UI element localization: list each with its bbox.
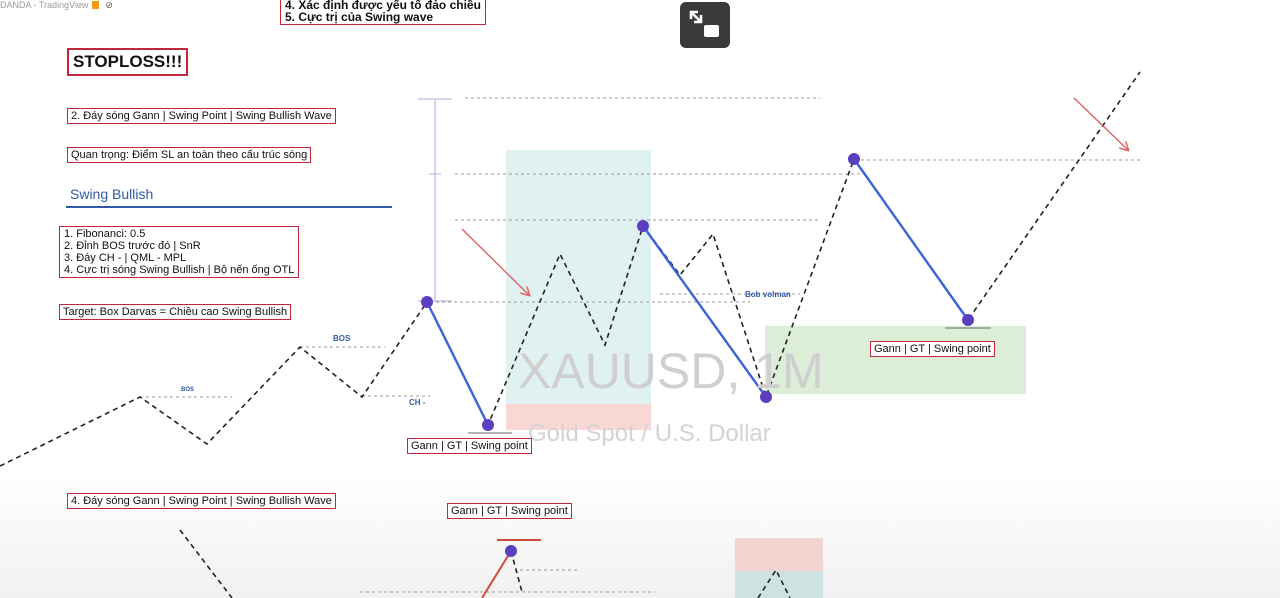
symbol-watermark: XAUUSD, 1M <box>518 343 824 399</box>
red-arrow-right <box>1073 97 1128 150</box>
checklist-item: 4. Cực trị sóng Swing Bullish | Bộ nến ố… <box>64 264 295 276</box>
quan-trong-label: Quan trọng: Điểm SL an toàn theo cấu trú… <box>67 147 312 163</box>
checklist-box: 1. Fibonanci: 0.5 2. Đỉnh BOS trước đó |… <box>59 226 300 278</box>
bos-label: BOS <box>333 334 351 343</box>
swing-point <box>848 153 860 165</box>
bottom-box-pink <box>735 538 823 571</box>
checklist-item: 1. Fibonanci: 0.5 <box>64 228 146 240</box>
ch-label: CH - <box>409 398 426 407</box>
top-note-box: 4. Xác định được yếu tố đảo chiều 5. Cực… <box>280 0 486 25</box>
top-note-line: 5. Cực trị của Swing wave <box>285 10 434 24</box>
gann-swing-label-2: 2. Đáy sóng Gann | Swing Point | Swing B… <box>67 108 336 124</box>
exit-fullscreen-button[interactable] <box>680 2 730 48</box>
bos-small-label: BOS <box>181 387 195 393</box>
target-label: Target: Box Darvas = Chiều cao Swing Bul… <box>59 304 292 320</box>
swing-bullish-underline <box>66 206 392 208</box>
bob-volman-label: Bob volman <box>745 290 791 299</box>
fib-measure <box>418 98 452 302</box>
swing-point <box>637 220 649 232</box>
swing-point <box>505 545 517 557</box>
gann-swing-label-4: 4. Đáy sóng Gann | Swing Point | Swing B… <box>67 493 336 509</box>
description-watermark: Gold Spot / U.S. Dollar <box>528 420 771 447</box>
exit-fullscreen-icon <box>689 10 719 37</box>
swing-point <box>482 419 494 431</box>
gann-gt-swing-point-label: Gann | GT | Swing point <box>447 503 572 519</box>
bottom-wave-path-2 <box>510 550 523 593</box>
bottom-red-leg <box>481 550 512 598</box>
swing-point <box>962 314 974 326</box>
bottom-wave-path <box>179 529 233 598</box>
checklist-item: 3. Đáy CH - | QML - MPL <box>64 252 187 264</box>
swing-point <box>421 296 433 308</box>
stoploss-label: STOPLOSS!!! <box>67 48 189 76</box>
checklist-item: 2. Đỉnh BOS trước đó | SnR <box>64 240 201 252</box>
gann-gt-swing-point-label: Gann | GT | Swing point <box>407 438 532 454</box>
swing-bullish-title: Swing Bullish <box>70 186 154 202</box>
gann-gt-swing-point-label: Gann | GT | Swing point <box>870 341 995 357</box>
